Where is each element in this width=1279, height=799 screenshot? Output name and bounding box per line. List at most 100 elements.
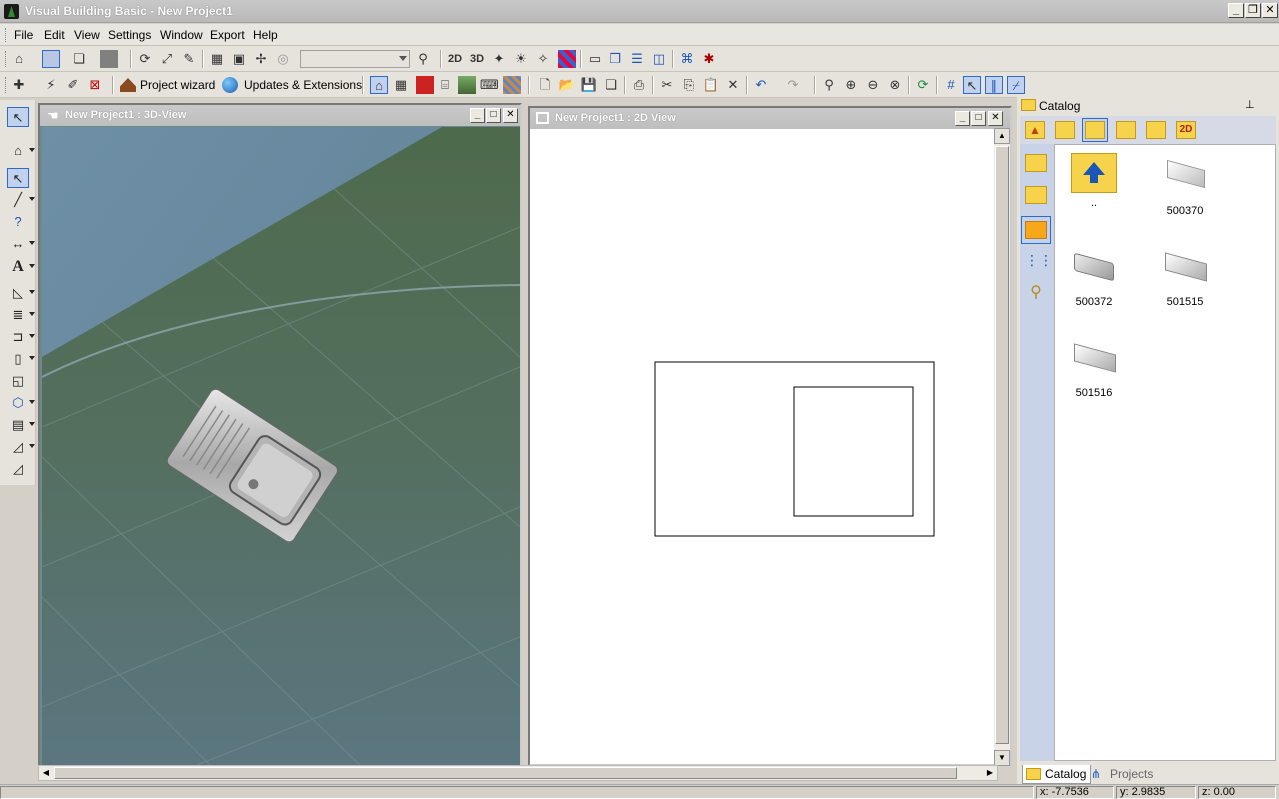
snap-cursor-icon[interactable]: ↖	[963, 76, 981, 94]
scroll-down-icon[interactable]: ▼	[994, 750, 1010, 766]
scroll-thumb[interactable]	[995, 146, 1009, 744]
rotate-icon[interactable]: ⟳	[136, 50, 154, 68]
catalog-item-up[interactable]: ..	[1054, 153, 1134, 209]
delete-doc-icon[interactable]: ⊠	[86, 76, 104, 94]
text-tool-icon[interactable]: A	[7, 257, 35, 277]
delete-icon[interactable]: ✕	[724, 76, 742, 94]
scroll-left-icon[interactable]: ◀	[39, 766, 53, 780]
snap-lines-icon[interactable]: ∥	[985, 76, 1003, 94]
sphere-folder-icon[interactable]	[1146, 121, 1166, 139]
undo-icon[interactable]: ↶	[752, 76, 770, 94]
folder-2d-icon[interactable]: 2D	[1176, 121, 1196, 139]
fill-color-icon[interactable]	[100, 50, 118, 68]
project-wizard-button[interactable]: Project wizard	[118, 76, 215, 94]
menu-view[interactable]: View	[74, 28, 100, 42]
select-tool-icon[interactable]: ↖	[7, 107, 29, 127]
close-button[interactable]: ✕	[1262, 3, 1278, 18]
tool-icon[interactable]: ✎	[180, 50, 198, 68]
minimize-button[interactable]: _	[1228, 3, 1244, 18]
library-icon[interactable]	[1055, 121, 1075, 139]
tile-vertical-icon[interactable]: ◫	[650, 50, 668, 68]
print-icon[interactable]: ⎙	[630, 76, 648, 94]
copy-icon[interactable]: ⎘	[680, 76, 698, 94]
zoom-icon[interactable]: ⚲	[820, 76, 838, 94]
roof-tool-icon[interactable]: ◺	[7, 283, 35, 303]
menu-help[interactable]: Help	[253, 28, 278, 42]
snap-angle-icon[interactable]: ⌿	[1007, 76, 1025, 94]
window-tool-icon[interactable]: ▤	[7, 415, 35, 435]
zoom-out-icon[interactable]: ⊖	[864, 76, 882, 94]
tools-icon[interactable]: ✚	[10, 76, 28, 94]
camera-icon[interactable]: ⌘	[678, 50, 696, 68]
wall-tool-icon[interactable]: ⌂	[7, 141, 35, 161]
comment-icon[interactable]: ⌨	[480, 76, 499, 94]
zoom-fit-icon[interactable]: ⊗	[886, 76, 904, 94]
terrain-folder-icon[interactable]	[1116, 121, 1136, 139]
red-object-icon[interactable]	[416, 76, 434, 94]
view-2d-vertical-scrollbar[interactable]: ▲ ▼	[994, 128, 1010, 766]
cascade-icon[interactable]: ❐	[606, 50, 624, 68]
tree-icon[interactable]: ⋮⋮	[1025, 252, 1053, 272]
wand-icon[interactable]: ⚡	[42, 76, 60, 94]
open-folder-icon[interactable]	[1025, 186, 1047, 204]
updates-button[interactable]: Updates & Extensions	[220, 76, 362, 94]
window-new-icon[interactable]: ▭	[586, 50, 604, 68]
scroll-right-icon[interactable]: ▶	[983, 766, 997, 780]
room-tool-icon[interactable]: ⬡	[7, 393, 35, 413]
view-3d-button[interactable]: 3D	[468, 50, 486, 68]
catalog-item-501515[interactable]: 501515	[1145, 248, 1225, 308]
terrain-icon[interactable]	[458, 76, 476, 94]
line-tool-icon[interactable]: ╱	[7, 190, 35, 210]
layer-select[interactable]	[300, 50, 410, 68]
cut-icon[interactable]: ✂	[658, 76, 676, 94]
calendar-folder-icon[interactable]	[1025, 154, 1047, 172]
network-icon[interactable]: ✢	[252, 50, 270, 68]
door-tool-icon[interactable]: ◱	[7, 371, 29, 391]
view-3d-minimize-button[interactable]: _	[470, 108, 485, 123]
paste-icon[interactable]: 📋	[702, 76, 720, 94]
light-icon[interactable]: ☀	[512, 50, 530, 68]
tab-catalog[interactable]: Catalog	[1022, 765, 1092, 784]
stair-tool-icon[interactable]: ◿	[7, 437, 35, 457]
pin-icon[interactable]: ⊥	[1245, 98, 1255, 111]
snap-grid-icon[interactable]: #	[942, 76, 960, 94]
material-icon[interactable]	[558, 50, 576, 68]
grid-icon[interactable]: ▦	[208, 50, 226, 68]
pen-icon[interactable]: ✐	[64, 76, 82, 94]
save-all-icon[interactable]: ❏	[602, 76, 620, 94]
plan-view-icon[interactable]	[42, 50, 60, 68]
save-icon[interactable]: 💾	[580, 76, 598, 94]
view-3d-canvas[interactable]	[42, 127, 520, 765]
tile-horizontal-icon[interactable]: ☰	[628, 50, 646, 68]
view-2d-button[interactable]: 2D	[446, 50, 464, 68]
view-2d-close-button[interactable]: ✕	[988, 111, 1003, 126]
column-tool-icon[interactable]: ▯	[7, 349, 35, 369]
railing-tool-icon[interactable]: ◿	[7, 459, 29, 479]
view-2d-canvas[interactable]	[530, 128, 994, 766]
menu-file[interactable]: File	[14, 28, 33, 42]
catalog-item-500372[interactable]: 500372	[1054, 248, 1134, 308]
stairs-tool-icon[interactable]: ≣	[7, 305, 35, 325]
menu-export[interactable]: Export	[210, 28, 245, 42]
binoculars-icon[interactable]: ⚲	[414, 50, 432, 68]
texture-icon[interactable]	[503, 76, 521, 94]
restore-button[interactable]: ❐	[1245, 3, 1261, 18]
tab-projects[interactable]: ⋔ Projects	[1088, 765, 1157, 784]
zoom-in-icon[interactable]: ⊕	[842, 76, 860, 94]
menu-window[interactable]: Window	[160, 28, 203, 42]
target-icon[interactable]: ◎	[274, 50, 292, 68]
scroll-up-icon[interactable]: ▲	[994, 128, 1010, 144]
frame-icon[interactable]: ▣	[230, 50, 248, 68]
person-icon[interactable]: ⚲	[1025, 282, 1047, 302]
scale-icon[interactable]: ⤢	[158, 50, 176, 68]
layers-icon[interactable]: ❏	[70, 50, 88, 68]
help-tool-icon[interactable]: ?	[7, 212, 29, 232]
catalog-item-500370[interactable]: 500370	[1145, 157, 1225, 217]
beam-tool-icon[interactable]: ⊐	[7, 327, 35, 347]
stairs-icon[interactable]: ⌸	[436, 76, 454, 94]
wall-icon[interactable]: ⌂	[370, 76, 388, 94]
view-3d-maximize-button[interactable]: □	[486, 108, 501, 123]
magic-icon[interactable]: ✦	[490, 50, 508, 68]
house-view-icon[interactable]: ⌂	[10, 50, 28, 68]
refresh-icon[interactable]: ⟳	[914, 76, 932, 94]
